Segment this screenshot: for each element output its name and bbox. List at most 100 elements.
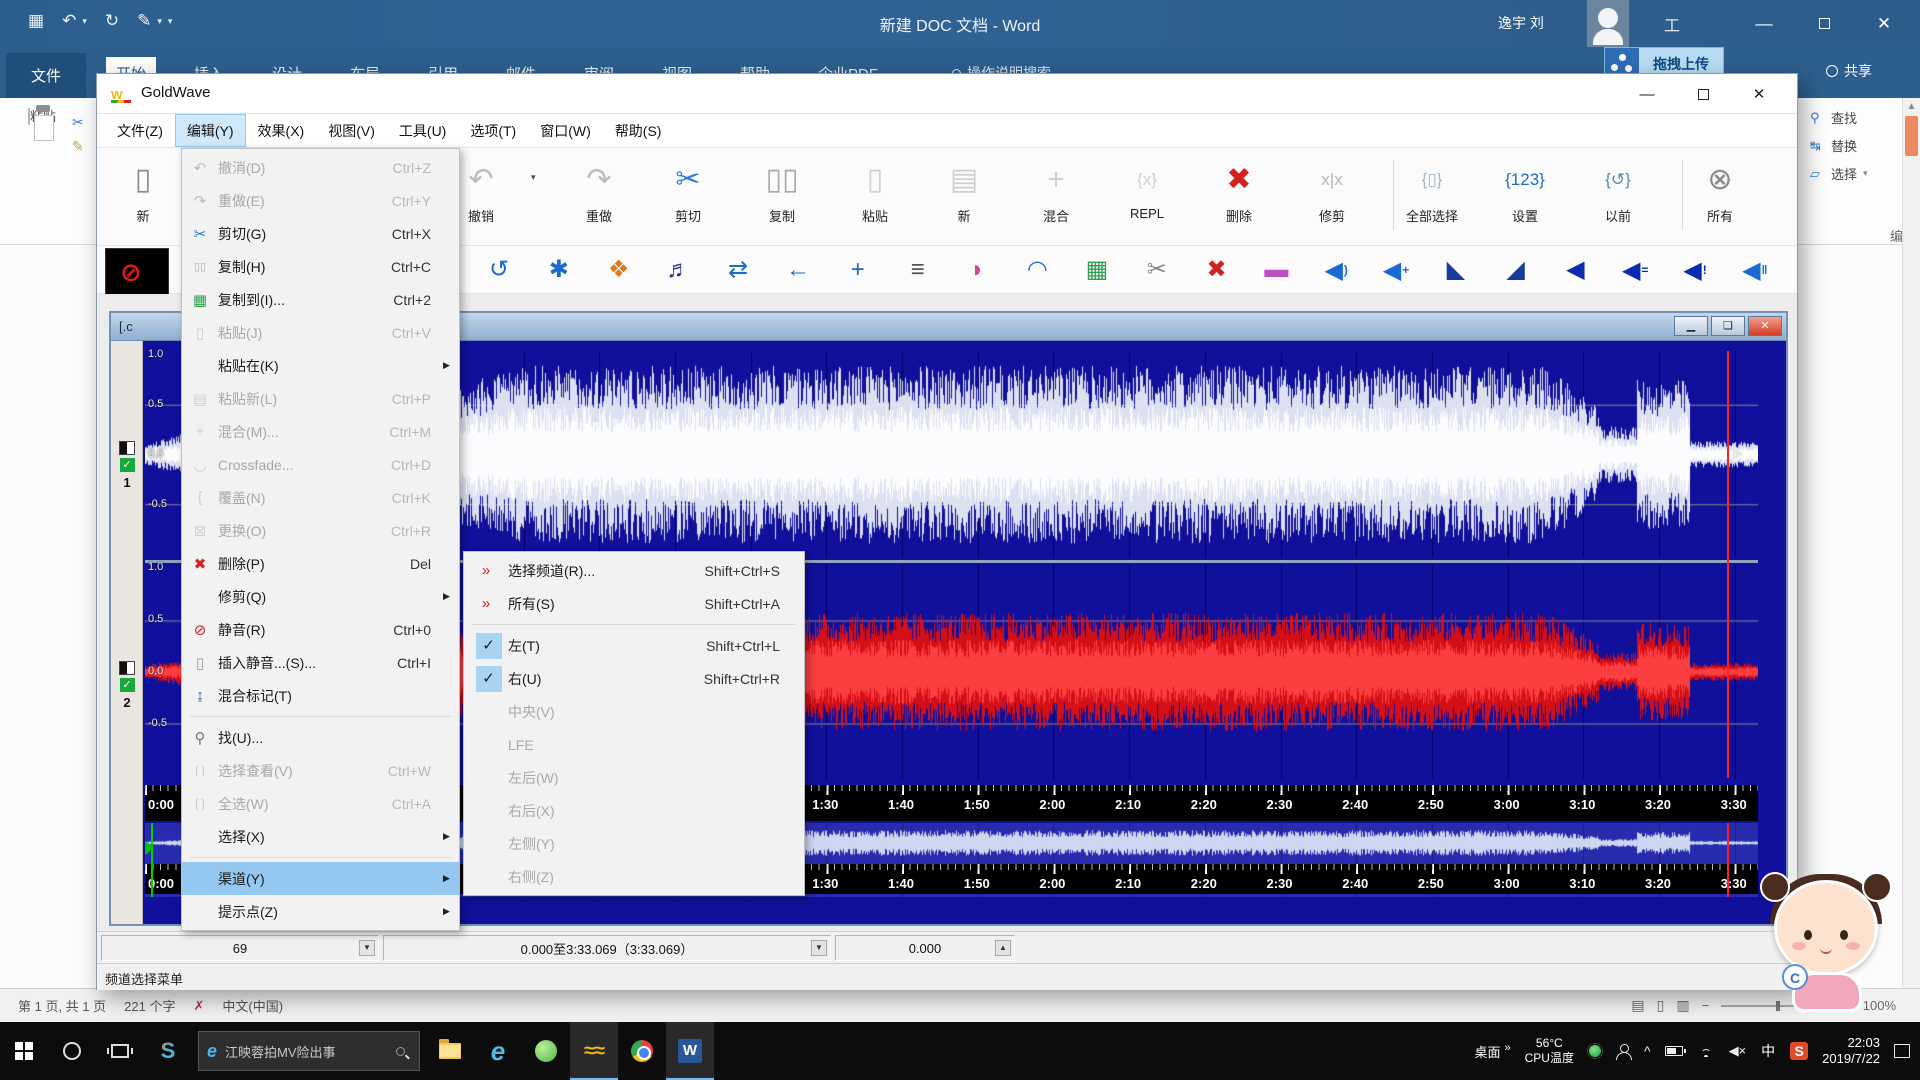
mix-button[interactable]: +混合 [1014,154,1098,240]
back-arrow-icon[interactable]: ← [776,250,820,290]
cut-button[interactable]: ✂剪切 [646,154,730,240]
word-taskbar-button[interactable]: W [666,1022,714,1080]
delete-button[interactable]: ✖删除 [1197,154,1281,240]
cut-icon[interactable]: ✂ [72,110,96,134]
menu-item-LFE[interactable]: LFE [464,728,804,761]
task-view-button[interactable] [96,1022,144,1080]
menu-item-混合(M)...[interactable]: +混合(M)...Ctrl+M [182,415,459,448]
monitor-mute-icon[interactable]: ⊘ [105,248,169,300]
find-button[interactable]: ⚲查找 [1810,108,1915,127]
position-spinner-icon[interactable]: ▲ [995,940,1011,956]
sound-maximize-button[interactable]: ❏ [1711,316,1745,336]
menu-item-复制到(I)...[interactable]: ▦复制到(I)...Ctrl+2 [182,283,459,316]
selection-field[interactable]: 0.000至3:33.069（3:33.069） ▼ [383,935,831,961]
playhead-marker[interactable] [1727,351,1729,778]
goldwave-taskbar-button[interactable]: ≈≈ [570,1022,618,1080]
goldwave-menu-效果(X)[interactable]: 效果(X) [246,114,317,147]
preset-dropdown-icon[interactable]: ▼ [359,940,375,956]
all-button[interactable]: ⊗所有 [1678,154,1762,240]
language-indicator[interactable]: 中文(中国) [222,996,283,1015]
wifi-icon[interactable] [1697,1045,1715,1057]
share-button[interactable]: 共享 [1826,61,1872,81]
select-all-button[interactable]: {▯}全部选择 [1390,154,1474,240]
position-field[interactable]: 0.000 ▲ [835,935,1015,961]
word-vertical-scrollbar[interactable]: ▲ [1902,98,1920,988]
avatar[interactable] [1587,0,1629,47]
overview-start-marker[interactable] [151,823,153,897]
menu-item-粘贴在(K)[interactable]: 粘贴在(K)▶ [182,349,459,382]
word-close-button[interactable]: ✕ [1855,0,1913,47]
menu-item-粘贴新(L)[interactable]: ▤粘贴新(L)Ctrl+P [182,382,459,415]
goldwave-menu-文件(Z)[interactable]: 文件(Z) [105,114,175,147]
menu-item-右侧(Z)[interactable]: 右侧(Z) [464,860,804,893]
channel1-wave-icon[interactable] [119,441,135,455]
pen-dropdown-icon[interactable]: ▾ [157,16,162,27]
speaker-right-icon[interactable]: ◀‖ [1733,250,1777,290]
menu-item-右后(X)[interactable]: 右后(X) [464,794,804,827]
previous-button[interactable]: {↺}以前 [1576,154,1660,240]
menu-item-中央(V)[interactable]: 中央(V) [464,695,804,728]
word-restore-button[interactable] [1795,0,1853,47]
menu-item-覆盖(N)[interactable]: {覆盖(N)Ctrl+K [182,481,459,514]
goldwave-menu-选项(T)[interactable]: 选项(T) [458,114,528,147]
menu-item-提示点(Z)[interactable]: 提示点(Z)▶ [182,895,459,928]
properties-icon[interactable]: ✱ [537,250,581,290]
doppler-icon[interactable]: ◗ [955,250,999,290]
goldwave-menu-窗口(W)[interactable]: 窗口(W) [528,114,603,147]
menu-item-插入静音...(S)...[interactable]: ▯插入静音...(S)...Ctrl+I [182,646,459,679]
replace-button[interactable]: ↹替换 [1810,136,1915,155]
selection-dropdown-icon[interactable]: ▼ [811,940,827,956]
cortana-button[interactable] [48,1022,96,1080]
spellcheck-icon[interactable]: ✗ [193,998,204,1014]
channel2-wave-icon[interactable] [119,661,135,675]
scrollbar-thumb[interactable] [1905,116,1918,156]
customize-qat-icon[interactable]: ▾ [168,16,173,27]
speaker-fade-icon[interactable]: ◢ [1494,250,1538,290]
action-center-icon[interactable] [1894,1044,1910,1058]
menu-item-复制(H)[interactable]: ▯▯复制(H)Ctrl+C [182,250,459,283]
goldwave-menu-编辑(Y)[interactable]: 编辑(Y) [175,114,246,147]
menu-item-删除(P)[interactable]: ✖删除(P)Del [182,547,459,580]
pitch-score-icon[interactable]: ♬ [656,250,700,290]
sliders-icon[interactable]: ≡ [896,250,940,290]
menu-item-更换(O)[interactable]: ⊠更换(O)Ctrl+R [182,514,459,547]
copy-button[interactable]: ▯▯复制 [740,154,824,240]
goldwave-menu-帮助(S)[interactable]: 帮助(S) [603,114,674,147]
undo-arc-icon[interactable]: ↺ [477,250,521,290]
web-layout-icon[interactable]: ▥ [1676,997,1689,1014]
select-button[interactable]: ▱选择▾ [1810,164,1915,183]
sound-minimize-button[interactable]: ▁ [1674,316,1708,336]
undo-dropdown-icon[interactable]: ▾ [82,16,87,27]
preset-field[interactable]: 69 ▼ [101,935,379,961]
goldwave-close-button[interactable]: ✕ [1731,74,1787,114]
tray-expand-icon[interactable]: ^ [1644,1043,1651,1059]
trim-button[interactable]: x|x修剪 [1290,154,1374,240]
exchange-icon[interactable]: ⇄ [716,250,760,290]
channel1-check-icon[interactable]: ✓ [120,458,135,472]
print-layout-icon[interactable]: ▯ [1657,997,1665,1014]
redo-button[interactable]: ↷重做 [557,154,641,240]
menu-item-剪切(G)[interactable]: ✂剪切(G)Ctrl+X [182,217,459,250]
zoom-out-icon[interactable]: − [1702,998,1710,1013]
paste-button[interactable]: ▯粘贴 [833,154,917,240]
status-dot-icon[interactable] [1588,1044,1602,1058]
read-mode-icon[interactable]: ▤ [1631,997,1644,1014]
menu-item-左后(W)[interactable]: 左后(W) [464,761,804,794]
ribbon-display-options-icon[interactable]: 工 [1664,12,1680,36]
start-button[interactable] [0,1022,48,1080]
menu-item-全选(W)[interactable]: { }全选(W)Ctrl+A [182,787,459,820]
pen-mode-icon[interactable]: ✎ [137,11,151,31]
paste-button[interactable]: 粘贴 ▾ [16,106,68,136]
menu-item-选择查看(V)[interactable]: { }选择查看(V)Ctrl+W [182,754,459,787]
format-painter-icon[interactable]: ✎ [72,134,96,158]
undo-button-dropdown-icon[interactable]: ▾ [531,172,536,183]
sound-close-button[interactable]: ✕ [1748,316,1782,336]
undo-icon[interactable]: ↶ [62,11,76,31]
pan-bar-icon[interactable]: ▬ [1254,250,1298,290]
menu-item-选择(X)[interactable]: 选择(X)▶ [182,820,459,853]
paste-new-button[interactable]: ▤新 [922,154,1006,240]
menu-item-渠道(Y)[interactable]: 渠道(Y)▶ [182,862,459,895]
menu-item-找(U)...[interactable]: ⚲找(U)... [182,721,459,754]
repl-button[interactable]: {x}REPL [1105,154,1189,240]
scroll-up-icon[interactable]: ▲ [1903,98,1920,112]
